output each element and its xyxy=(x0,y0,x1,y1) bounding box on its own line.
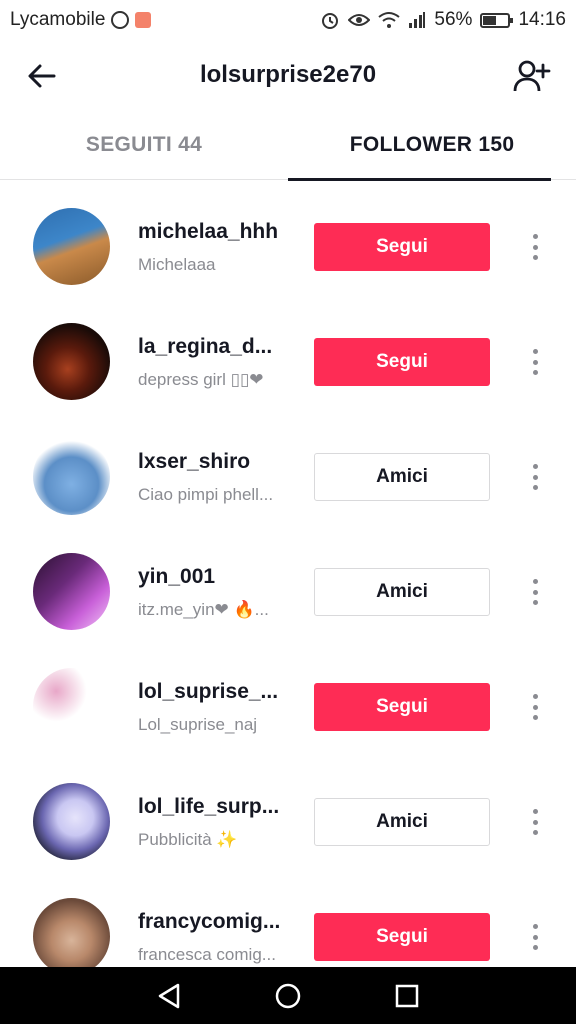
username[interactable]: la_regina_d... xyxy=(138,335,293,359)
wifi-icon xyxy=(378,11,401,29)
avatar[interactable] xyxy=(33,208,110,285)
nickname: francesca comig... xyxy=(138,945,276,964)
notification-icon xyxy=(135,12,152,28)
circle-home-icon xyxy=(275,983,301,1008)
back-button[interactable] xyxy=(22,56,62,96)
follower-list: michelaa_hhh Michelaaa Segui la_regina_d… xyxy=(0,180,576,967)
header: lolsurprise2e70 xyxy=(0,40,576,110)
nickname: Michelaaa xyxy=(138,255,216,274)
username[interactable]: michelaa_hhh xyxy=(138,220,293,244)
nickname: itz.me_yin❤ 🔥... xyxy=(138,600,269,619)
avatar[interactable] xyxy=(33,898,110,967)
list-item[interactable]: yin_001 itz.me_yin❤ 🔥... Amici xyxy=(0,525,576,640)
more-options-icon[interactable] xyxy=(523,692,547,722)
more-options-icon[interactable] xyxy=(523,462,547,492)
tab-following[interactable]: SEGUITI 44 xyxy=(0,110,288,180)
username[interactable]: lol_life_surp... xyxy=(138,795,293,819)
follow-button[interactable]: Segui xyxy=(314,223,490,271)
tab-followers[interactable]: FOLLOWER 150 xyxy=(288,110,576,181)
signal-icon xyxy=(408,11,426,29)
nickname: Lol_suprise_naj xyxy=(138,715,258,734)
more-options-icon[interactable] xyxy=(523,922,547,952)
avatar[interactable] xyxy=(33,553,110,630)
follow-button[interactable]: Segui xyxy=(314,913,490,961)
username[interactable]: francycomig... xyxy=(138,910,293,934)
add-user-icon xyxy=(513,60,551,92)
follow-button[interactable]: Segui xyxy=(314,338,490,386)
list-item[interactable]: lol_life_surp... Pubblicità ✨ Amici xyxy=(0,755,576,870)
friends-button[interactable]: Amici xyxy=(314,453,490,501)
avatar[interactable] xyxy=(33,323,110,400)
carrier-label: Lycamobile xyxy=(10,9,106,30)
list-item[interactable]: lol_suprise_... Lol_suprise_naj Segui xyxy=(0,640,576,755)
nickname: Pubblicità ✨ xyxy=(138,830,238,849)
add-friend-button[interactable] xyxy=(510,54,554,98)
tab-bar: SEGUITI 44 FOLLOWER 150 xyxy=(0,110,576,181)
nav-back-button[interactable] xyxy=(149,976,189,1016)
battery-percent: 56% xyxy=(434,9,473,30)
nickname: depress girl ▯▯❤ xyxy=(138,370,264,389)
friends-button[interactable]: Amici xyxy=(314,568,490,616)
username[interactable]: lxser_shiro xyxy=(138,450,293,474)
arrow-left-icon xyxy=(28,64,56,88)
friends-button[interactable]: Amici xyxy=(314,798,490,846)
nav-recents-button[interactable] xyxy=(387,976,427,1016)
battery-icon xyxy=(480,12,514,28)
status-bar: Lycamobile 56% 14:16 xyxy=(0,0,576,40)
list-item[interactable]: francycomig... francesca comig... Segui xyxy=(0,870,576,967)
page-title: lolsurprise2e70 xyxy=(199,61,377,88)
avatar[interactable] xyxy=(33,438,110,515)
avatar[interactable] xyxy=(33,668,110,745)
eye-icon xyxy=(348,12,371,28)
nickname: Ciao pimpi phell... xyxy=(138,485,274,504)
more-options-icon[interactable] xyxy=(523,807,547,837)
nav-home-button[interactable] xyxy=(268,976,308,1016)
more-options-icon[interactable] xyxy=(523,232,547,262)
triangle-back-icon xyxy=(159,983,180,1008)
system-nav-bar xyxy=(0,967,576,1024)
username[interactable]: lol_suprise_... xyxy=(138,680,293,704)
list-item[interactable]: michelaa_hhh Michelaaa Segui xyxy=(0,180,576,295)
list-item[interactable]: lxser_shiro Ciao pimpi phell... Amici xyxy=(0,410,576,525)
list-item[interactable]: la_regina_d... depress girl ▯▯❤ Segui xyxy=(0,295,576,410)
alarm-icon xyxy=(320,10,340,30)
more-options-icon[interactable] xyxy=(523,347,547,377)
follow-button[interactable]: Segui xyxy=(314,683,490,731)
square-recents-icon xyxy=(395,984,418,1007)
username[interactable]: yin_001 xyxy=(138,565,293,589)
whatsapp-icon xyxy=(111,11,130,29)
clock: 14:16 xyxy=(518,9,566,30)
avatar[interactable] xyxy=(33,783,110,860)
more-options-icon[interactable] xyxy=(523,577,547,607)
